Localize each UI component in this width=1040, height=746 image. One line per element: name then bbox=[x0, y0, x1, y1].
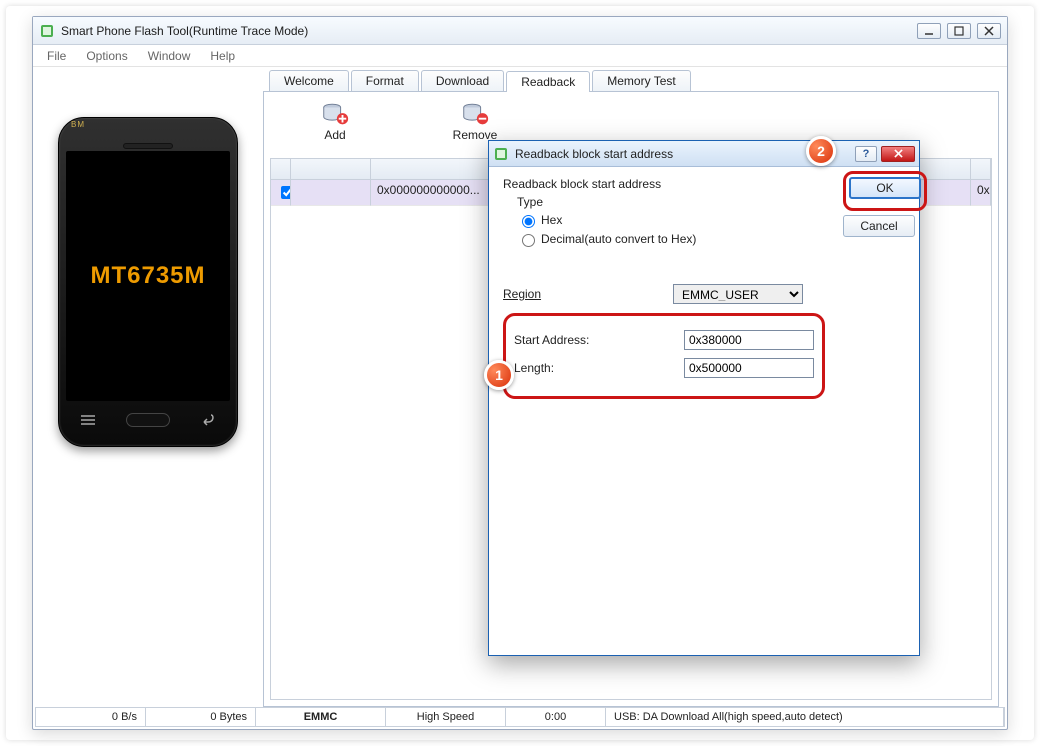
ok-button[interactable]: OK bbox=[849, 177, 921, 199]
row-col1 bbox=[291, 180, 371, 206]
tab-readback[interactable]: Readback bbox=[506, 71, 590, 92]
menu-options[interactable]: Options bbox=[76, 47, 137, 65]
dialog-form: Readback block start address Type Hex De… bbox=[489, 167, 839, 655]
row-checkbox[interactable] bbox=[281, 186, 291, 199]
tab-download[interactable]: Download bbox=[421, 70, 504, 91]
dialog-subtitle: Readback block start address bbox=[503, 177, 825, 191]
menubar: File Options Window Help bbox=[33, 45, 1007, 67]
dialog-button-column: OK Cancel bbox=[839, 167, 931, 655]
remove-button[interactable]: Remove bbox=[440, 102, 510, 142]
radio-hex-label: Hex bbox=[541, 213, 562, 227]
phone-brand-label: BM bbox=[71, 120, 85, 129]
length-label: Length: bbox=[514, 361, 684, 375]
highlight-box-ok: OK bbox=[843, 171, 927, 211]
phone-screen-text: MT6735M bbox=[90, 262, 205, 290]
database-add-icon bbox=[320, 102, 350, 126]
add-button[interactable]: Add bbox=[300, 102, 370, 142]
row-after: 0x bbox=[971, 180, 991, 206]
annotation-badge-1: 1 bbox=[484, 360, 514, 390]
close-button[interactable] bbox=[977, 23, 1001, 39]
tab-memory-test[interactable]: Memory Test bbox=[592, 70, 690, 91]
tabstrip: Welcome Format Download Readback Memory … bbox=[263, 67, 999, 91]
status-time: 0:00 bbox=[506, 708, 606, 726]
status-mode: High Speed bbox=[386, 708, 506, 726]
database-remove-icon bbox=[460, 102, 490, 126]
menu-file[interactable]: File bbox=[37, 47, 76, 65]
status-bytes: 0 Bytes bbox=[146, 708, 256, 726]
status-usb: USB: DA Download All(high speed,auto det… bbox=[606, 708, 1004, 726]
menu-window[interactable]: Window bbox=[138, 47, 201, 65]
region-label: Region bbox=[503, 287, 673, 301]
type-label: Type bbox=[517, 195, 825, 209]
phone-home-button bbox=[126, 413, 170, 427]
app-icon bbox=[39, 23, 55, 39]
dialog-app-icon bbox=[493, 146, 509, 162]
status-bar: 0 B/s 0 Bytes EMMC High Speed 0:00 USB: … bbox=[35, 707, 1005, 727]
cancel-button[interactable]: Cancel bbox=[843, 215, 915, 237]
phone-menu-icon bbox=[78, 413, 98, 427]
menu-help[interactable]: Help bbox=[200, 47, 245, 65]
header-check bbox=[271, 159, 291, 179]
start-address-input[interactable] bbox=[684, 330, 814, 350]
phone-back-icon bbox=[198, 413, 218, 427]
tab-welcome[interactable]: Welcome bbox=[269, 70, 349, 91]
radio-decimal[interactable] bbox=[522, 234, 535, 247]
phone-screen: MT6735M bbox=[66, 151, 230, 401]
radio-decimal-label: Decimal(auto convert to Hex) bbox=[541, 232, 696, 246]
start-address-label: Start Address: bbox=[514, 333, 684, 347]
header-col1 bbox=[291, 159, 371, 179]
highlight-box-fields: Start Address: Length: bbox=[503, 313, 825, 399]
status-storage: EMMC bbox=[256, 708, 386, 726]
minimize-button[interactable] bbox=[917, 23, 941, 39]
readback-dialog: Readback block start address ? Readback … bbox=[488, 140, 920, 656]
device-preview-pane: BM MT6735M bbox=[33, 67, 263, 707]
radio-hex[interactable] bbox=[522, 215, 535, 228]
annotation-badge-2: 2 bbox=[806, 136, 836, 166]
dialog-help-button[interactable]: ? bbox=[855, 146, 877, 162]
dialog-close-button[interactable] bbox=[881, 146, 915, 162]
region-select[interactable]: EMMC_USER bbox=[673, 284, 803, 304]
phone-earpiece bbox=[123, 143, 173, 149]
phone-nav-buttons bbox=[78, 413, 218, 427]
tab-format[interactable]: Format bbox=[351, 70, 419, 91]
header-col-after bbox=[971, 159, 991, 179]
maximize-button[interactable] bbox=[947, 23, 971, 39]
phone-mock: BM MT6735M bbox=[58, 117, 238, 447]
dialog-titlebar: Readback block start address ? bbox=[489, 141, 919, 167]
dialog-title: Readback block start address bbox=[515, 147, 673, 161]
status-speed: 0 B/s bbox=[36, 708, 146, 726]
add-button-label: Add bbox=[324, 128, 345, 142]
length-input[interactable] bbox=[684, 358, 814, 378]
main-titlebar: Smart Phone Flash Tool(Runtime Trace Mod… bbox=[33, 17, 1007, 45]
window-title: Smart Phone Flash Tool(Runtime Trace Mod… bbox=[61, 24, 308, 38]
